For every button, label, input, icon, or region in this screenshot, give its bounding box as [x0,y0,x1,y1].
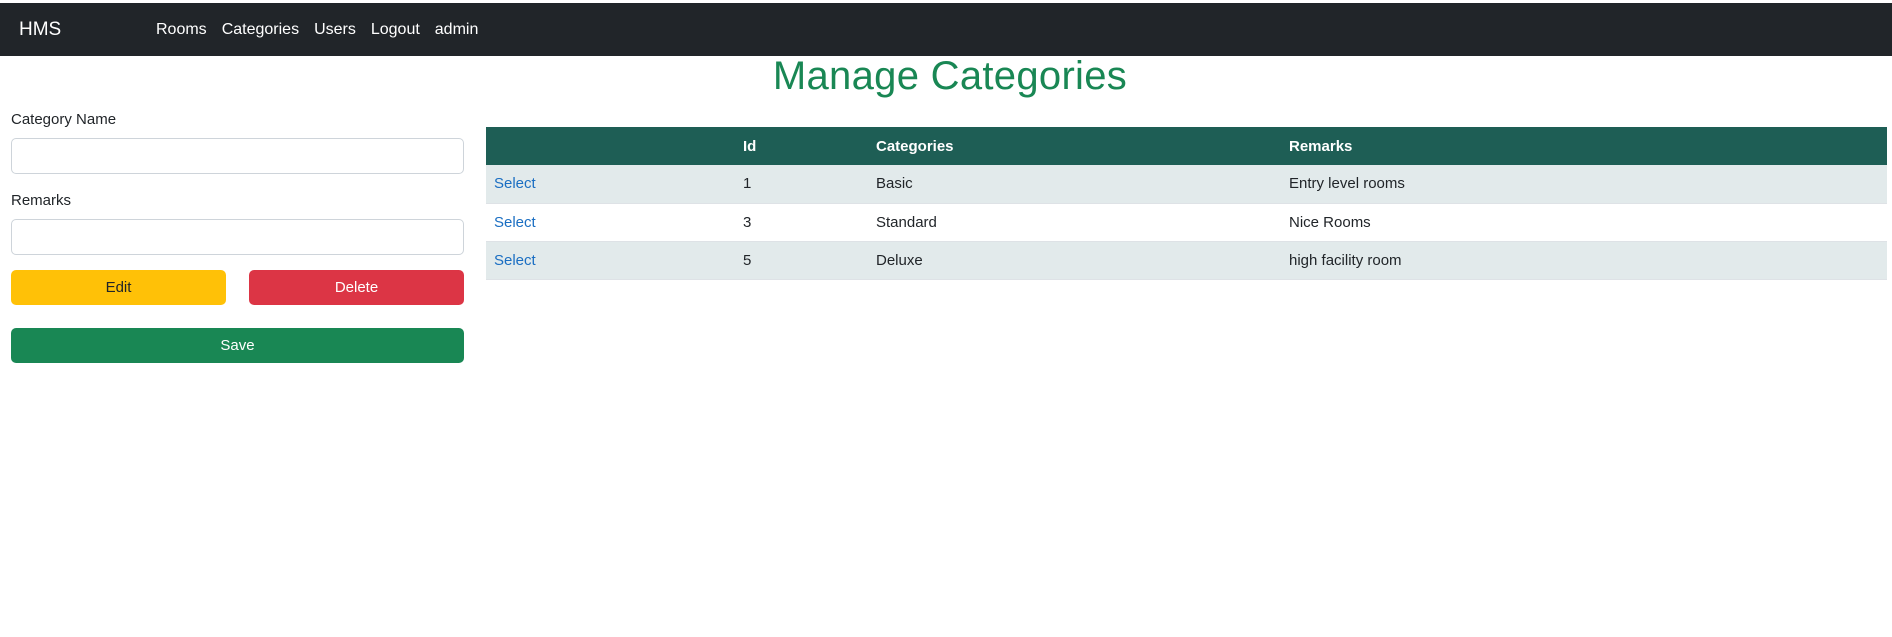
header-id: Id [743,137,757,155]
table-cell-remarks: high facility room [1289,251,1402,269]
nav-link-rooms[interactable]: Rooms [156,21,207,39]
table-cell-category: Deluxe [876,251,923,269]
category-name-label: Category Name [11,111,117,128]
nav-links: Rooms Categories Users Logout admin [156,21,478,39]
header-categories: Categories [876,137,954,155]
edit-button[interactable]: Edit [11,270,226,305]
table-cell-category: Standard [876,213,937,231]
table-row: Select 5 Deluxe high facility room [486,241,1887,279]
nav-link-admin[interactable]: admin [435,21,479,39]
table-cell-id: 1 [743,175,752,193]
table-cell-id: 5 [743,251,752,269]
table-cell-action: Select [486,241,735,279]
remarks-input[interactable] [11,219,464,255]
nav-link-users[interactable]: Users [314,21,356,39]
brand-logo[interactable]: HMS [19,19,61,41]
select-link[interactable]: Select [494,252,536,269]
top-navbar: HMS Rooms Categories Users Logout admin [0,3,1892,56]
header-remarks: Remarks [1289,137,1353,155]
header-action [486,127,735,165]
table-cell-id: 3 [743,213,752,231]
categories-table-wrapper: Id Categories Remarks Select 1 Basic Ent… [486,127,1887,280]
categories-table: Id Categories Remarks Select 1 Basic Ent… [486,127,1887,280]
table-row: Select 1 Basic Entry level rooms [486,165,1887,203]
page-title: Manage Categories [772,54,1128,98]
delete-button[interactable]: Delete [249,270,464,305]
table-cell-remarks: Nice Rooms [1289,213,1371,231]
table-cell-action: Select [486,165,735,203]
nav-link-logout[interactable]: Logout [371,21,420,39]
select-link[interactable]: Select [494,175,536,192]
table-cell-action: Select [486,203,735,241]
select-link[interactable]: Select [494,214,536,231]
remarks-label: Remarks [11,192,72,209]
category-name-input[interactable] [11,138,464,174]
table-cell-category: Basic [876,175,913,193]
save-button[interactable]: Save [11,328,464,363]
table-header-row: Id Categories Remarks [486,127,1887,165]
table-cell-remarks: Entry level rooms [1289,175,1405,193]
nav-link-categories[interactable]: Categories [222,21,299,39]
table-row: Select 3 Standard Nice Rooms [486,203,1887,241]
